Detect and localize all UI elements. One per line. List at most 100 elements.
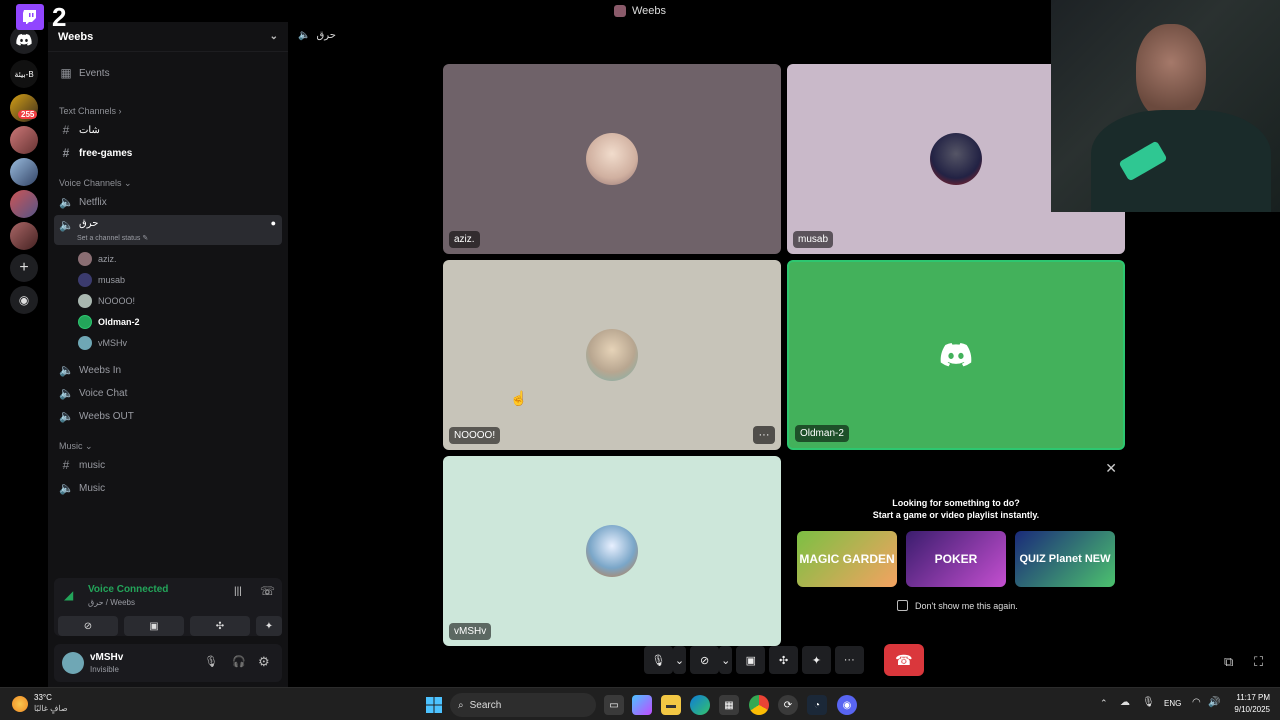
activity-card-magic-garden[interactable]: MAGIC GARDEN bbox=[797, 531, 897, 587]
start-button[interactable] bbox=[424, 695, 444, 715]
more-options-icon[interactable]: ··· bbox=[753, 426, 775, 444]
steam-icon[interactable]: ◔ bbox=[807, 695, 827, 715]
wifi-icon[interactable]: ◠ bbox=[1192, 697, 1201, 708]
app-icon[interactable]: ⟳ bbox=[778, 695, 798, 715]
chevron-up-icon[interactable]: ⌃ bbox=[1100, 698, 1108, 709]
member-name: vMSHv bbox=[98, 338, 127, 348]
events-item[interactable]: ▦ Events bbox=[54, 62, 282, 84]
activities-icon: ✣ bbox=[215, 620, 225, 632]
avatar bbox=[78, 315, 92, 329]
screen-share-button[interactable]: ▣ bbox=[736, 646, 766, 674]
category-text-channels[interactable]: Text Channels › bbox=[59, 106, 122, 116]
video-options-button[interactable]: ⌄ bbox=[719, 646, 733, 674]
activities-icon: ✣ bbox=[779, 654, 789, 667]
weather-icon[interactable] bbox=[12, 696, 28, 712]
microphone-icon[interactable]: 🎙 bbox=[204, 655, 218, 668]
disconnect-icon[interactable]: ☏ bbox=[260, 584, 275, 598]
server-icon[interactable] bbox=[10, 222, 38, 250]
clock-time[interactable]: 11:17 PM bbox=[1230, 693, 1270, 702]
discord-taskbar-icon[interactable]: ◉ bbox=[837, 695, 857, 715]
channel-text-music[interactable]: # music bbox=[54, 454, 282, 476]
add-server-icon[interactable]: + bbox=[10, 254, 38, 282]
voice-channel[interactable]: 🔈 Weebs OUT bbox=[54, 405, 282, 427]
audio-options-button[interactable]: ⌄ bbox=[672, 646, 687, 674]
taskbar-search[interactable]: ⌕ Search bbox=[450, 693, 596, 717]
copilot-icon[interactable] bbox=[632, 695, 652, 715]
chat-bubble-icon[interactable]: ● bbox=[271, 218, 276, 228]
activity-subheading: Start a game or video playlist instantly… bbox=[872, 510, 1040, 520]
voice-channel-music[interactable]: 🔈 Music bbox=[54, 477, 282, 499]
dont-show-checkbox[interactable] bbox=[897, 600, 908, 611]
channel-text-1[interactable]: # شات bbox=[54, 119, 282, 141]
server-icon[interactable] bbox=[10, 126, 38, 154]
activities-button[interactable]: ✣ bbox=[190, 616, 250, 636]
camera-off-icon: ⊘ bbox=[83, 620, 93, 632]
voice-channel[interactable]: 🔈 Weebs In bbox=[54, 359, 282, 381]
file-explorer-icon[interactable]: ▬ bbox=[661, 695, 681, 715]
network-icon[interactable]: ☁ bbox=[1120, 697, 1130, 708]
participant-tile[interactable]: aziz. bbox=[443, 64, 781, 254]
call-controls: 🎙 ⌄ ⊘ ⌄ ▣ ✣ ✦ ··· ☎ bbox=[644, 642, 924, 678]
windows-icon bbox=[426, 697, 442, 713]
voice-channel-netflix[interactable]: 🔈 Netflix bbox=[54, 191, 282, 213]
participant-tile[interactable]: vMSHv bbox=[443, 456, 781, 646]
voice-member-speaking[interactable]: Oldman-2 bbox=[78, 313, 140, 331]
microphone-tray-icon[interactable]: 🎙 bbox=[1142, 697, 1155, 708]
screen-share-icon: ▣ bbox=[149, 620, 159, 632]
discord-logo-icon bbox=[940, 343, 972, 367]
gear-icon[interactable]: ⚙ bbox=[258, 654, 270, 670]
chrome-icon[interactable] bbox=[749, 695, 769, 715]
language-indicator[interactable]: ENG bbox=[1164, 699, 1181, 708]
guild-header[interactable]: Weebs ⌄ bbox=[48, 22, 288, 52]
clock-date[interactable]: 9/10/2025 bbox=[1224, 705, 1270, 714]
voice-member[interactable]: vMSHv bbox=[78, 334, 127, 352]
pop-out-icon[interactable]: ⧉ bbox=[1224, 654, 1233, 670]
weather-desc: صافٍ غالبًا bbox=[34, 704, 68, 713]
server-icon[interactable] bbox=[10, 158, 38, 186]
disconnect-button[interactable]: ☎ bbox=[883, 644, 924, 676]
windows-taskbar: 33°C صافٍ غالبًا ⌕ Search ▭ ▬ ▦ ⟳ ◔ ◉ ⌃ … bbox=[0, 687, 1280, 720]
soundboard-button[interactable]: ✦ bbox=[802, 646, 831, 674]
soundboard-icon: ✦ bbox=[811, 654, 822, 667]
category-voice-channels[interactable]: Voice Channels ⌄ bbox=[59, 178, 132, 189]
direct-messages-icon[interactable] bbox=[10, 26, 38, 54]
task-view-icon[interactable]: ▭ bbox=[604, 695, 624, 715]
screen-share-button[interactable]: ▣ bbox=[124, 616, 184, 636]
camera-button[interactable]: ⊘ bbox=[690, 646, 720, 674]
participant-name: musab bbox=[793, 231, 834, 248]
more-button[interactable]: ··· bbox=[834, 646, 864, 674]
avatar bbox=[586, 525, 638, 577]
participant-tile-speaking[interactable]: Oldman-2 bbox=[787, 260, 1125, 450]
close-icon[interactable]: ✕ bbox=[1105, 460, 1117, 477]
search-label: Search bbox=[469, 699, 502, 711]
active-server-icon[interactable] bbox=[10, 190, 38, 218]
participant-tile[interactable]: NOOOO! ··· bbox=[443, 260, 781, 450]
server-folder[interactable]: بيئة-B bbox=[10, 60, 38, 88]
volume-icon[interactable]: 🔊 bbox=[1208, 697, 1220, 708]
activity-suggestion-panel: ✕ Looking for something to do? Start a g… bbox=[787, 456, 1125, 646]
soundboard-button[interactable]: ✦ bbox=[256, 616, 282, 636]
activity-card-quiz[interactable]: QUIZ Planet NEW bbox=[1015, 531, 1115, 587]
channel-label: free-games bbox=[79, 147, 133, 159]
fullscreen-icon[interactable]: ⛶ bbox=[1254, 654, 1263, 670]
hash-icon: # bbox=[62, 458, 70, 472]
activities-button[interactable]: ✣ bbox=[769, 646, 799, 674]
store-icon[interactable]: ▦ bbox=[719, 695, 739, 715]
noise-suppression-icon[interactable]: ||| bbox=[234, 586, 242, 597]
voice-channel[interactable]: 🔈 Voice Chat bbox=[54, 382, 282, 404]
voice-member[interactable]: NOOOO! bbox=[78, 292, 135, 310]
camera-off-button[interactable]: ⊘ bbox=[58, 616, 118, 636]
mute-button[interactable]: 🎙 bbox=[644, 646, 673, 674]
channel-status-input[interactable]: Set a channel status ✎ bbox=[77, 234, 148, 242]
category-music[interactable]: Music ⌄ bbox=[59, 441, 93, 452]
streamer-face bbox=[1136, 24, 1206, 120]
voice-member[interactable]: aziz. bbox=[78, 250, 117, 268]
headphones-icon[interactable]: 🎧 bbox=[232, 655, 246, 668]
hash-icon: # bbox=[62, 123, 70, 137]
avatar[interactable] bbox=[62, 652, 84, 674]
voice-member[interactable]: musab bbox=[78, 271, 125, 289]
activity-card-poker[interactable]: POKER bbox=[906, 531, 1006, 587]
edge-icon[interactable] bbox=[690, 695, 710, 715]
channel-text-2[interactable]: # free-games bbox=[54, 142, 282, 164]
explore-icon[interactable]: ◉ bbox=[10, 286, 38, 314]
